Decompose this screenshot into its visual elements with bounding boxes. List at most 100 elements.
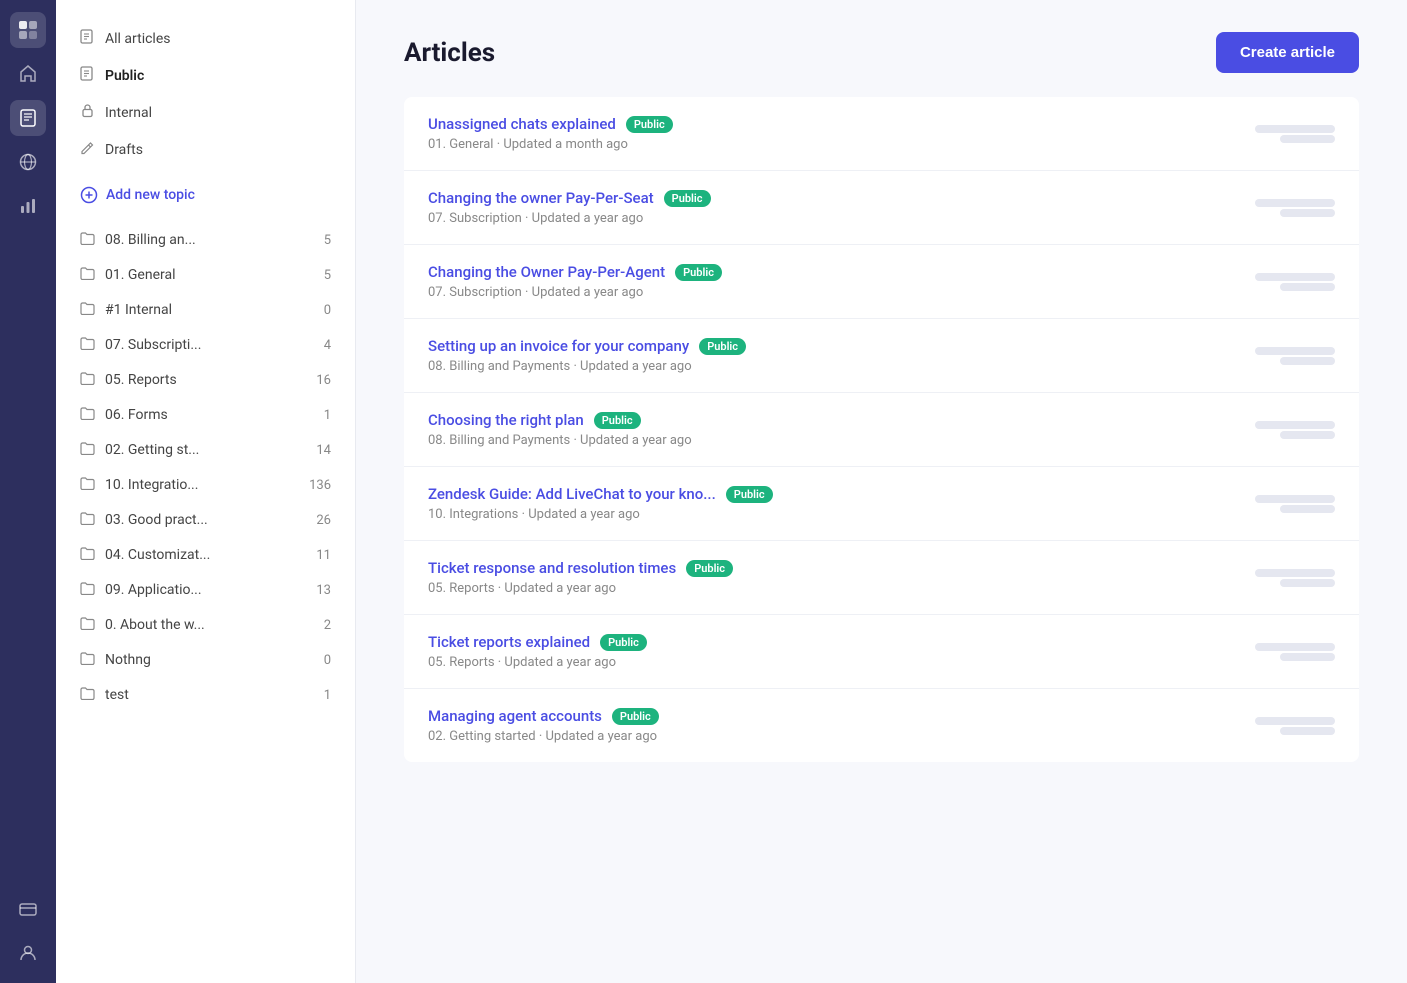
stat-bar-top (1255, 199, 1335, 207)
globe-icon[interactable] (10, 144, 46, 180)
article-title[interactable]: Changing the Owner Pay-Per-Agent (428, 263, 665, 281)
article-info: Changing the owner Pay-Per-Seat Public 0… (428, 189, 1255, 226)
add-topic-button[interactable]: Add new topic (56, 176, 355, 214)
article-row[interactable]: Managing agent accounts Public 02. Getti… (404, 689, 1359, 762)
article-row[interactable]: Zendesk Guide: Add LiveChat to your kno.… (404, 467, 1359, 541)
articles-icon[interactable] (10, 100, 46, 136)
topic-label: 03. Good pract... (105, 512, 208, 528)
article-stats (1255, 569, 1335, 587)
topic-label: 08. Billing an... (105, 232, 196, 248)
topic-count: 16 (316, 373, 331, 388)
article-info: Ticket response and resolution times Pub… (428, 559, 1255, 596)
folder-icon (80, 301, 95, 319)
topic-label: 06. Forms (105, 407, 168, 423)
topic-billing[interactable]: 08. Billing an... 5 (64, 223, 347, 257)
article-info: Ticket reports explained Public 05. Repo… (428, 633, 1255, 670)
topic-integrations[interactable]: 10. Integratio... 136 (64, 468, 347, 502)
article-badge: Public (686, 560, 733, 577)
article-row[interactable]: Ticket reports explained Public 05. Repo… (404, 615, 1359, 689)
public-icon (80, 66, 95, 85)
article-row[interactable]: Choosing the right plan Public 08. Billi… (404, 393, 1359, 467)
stat-bar-bottom (1280, 357, 1335, 365)
stat-bar-bottom (1280, 431, 1335, 439)
article-info: Changing the Owner Pay-Per-Agent Public … (428, 263, 1255, 300)
topic-test[interactable]: test 1 (64, 678, 347, 712)
folder-icon (80, 511, 95, 529)
internal-label: Internal (105, 105, 152, 121)
article-meta: 07. Subscription · Updated a year ago (428, 211, 1255, 226)
article-badge: Public (612, 708, 659, 725)
article-info: Unassigned chats explained Public 01. Ge… (428, 115, 1255, 152)
stat-bar-top (1255, 495, 1335, 503)
topic-label: 05. Reports (105, 372, 177, 388)
folder-icon (80, 546, 95, 564)
topic-label: 02. Getting st... (105, 442, 199, 458)
create-article-button[interactable]: Create article (1216, 32, 1359, 73)
topic-internal[interactable]: #1 Internal 0 (64, 293, 347, 327)
topic-customization[interactable]: 04. Customizat... 11 (64, 538, 347, 572)
article-badge: Public (675, 264, 722, 281)
page-title: Articles (404, 38, 495, 68)
public-label: Public (105, 68, 144, 84)
article-badge: Public (600, 634, 647, 651)
topic-about[interactable]: 0. About the w... 2 (64, 608, 347, 642)
topic-count: 2 (324, 618, 331, 633)
article-stats (1255, 717, 1335, 735)
article-badge: Public (626, 116, 673, 133)
article-row[interactable]: Unassigned chats explained Public 01. Ge… (404, 97, 1359, 171)
article-info: Choosing the right plan Public 08. Billi… (428, 411, 1255, 448)
topic-subscription[interactable]: 07. Subscripti... 4 (64, 328, 347, 362)
article-title[interactable]: Setting up an invoice for your company (428, 337, 689, 355)
logo-icon[interactable] (10, 12, 46, 48)
sidebar-filter-all[interactable]: All articles (64, 21, 347, 56)
main-header: Articles Create article (356, 0, 1407, 97)
stat-bar-top (1255, 273, 1335, 281)
sidebar-filter-internal[interactable]: Internal (64, 95, 347, 130)
topic-general[interactable]: 01. General 5 (64, 258, 347, 292)
sidebar-filter-drafts[interactable]: Drafts (64, 132, 347, 167)
article-badge: Public (664, 190, 711, 207)
article-title[interactable]: Changing the owner Pay-Per-Seat (428, 189, 654, 207)
topic-count: 14 (316, 443, 331, 458)
stat-bar-bottom (1280, 653, 1335, 661)
card-icon[interactable] (10, 891, 46, 927)
article-info: Zendesk Guide: Add LiveChat to your kno.… (428, 485, 1255, 522)
chart-icon[interactable] (10, 188, 46, 224)
home-icon[interactable] (10, 56, 46, 92)
sidebar-filter-public[interactable]: Public (64, 58, 347, 93)
article-title[interactable]: Unassigned chats explained (428, 115, 616, 133)
article-title[interactable]: Ticket reports explained (428, 633, 590, 651)
stat-bar-top (1255, 125, 1335, 133)
stat-bar-bottom (1280, 727, 1335, 735)
topic-good-practices[interactable]: 03. Good pract... 26 (64, 503, 347, 537)
article-row[interactable]: Changing the Owner Pay-Per-Agent Public … (404, 245, 1359, 319)
stat-bar-bottom (1280, 283, 1335, 291)
all-articles-icon (80, 29, 95, 48)
topic-label: #1 Internal (105, 302, 172, 318)
folder-icon (80, 406, 95, 424)
topic-forms[interactable]: 06. Forms 1 (64, 398, 347, 432)
article-badge: Public (594, 412, 641, 429)
topic-count: 5 (324, 268, 331, 283)
all-articles-label: All articles (105, 31, 170, 47)
topic-count: 0 (324, 303, 331, 318)
topics-list: 08. Billing an... 5 01. General 5 #1 Int… (56, 222, 355, 713)
article-title[interactable]: Zendesk Guide: Add LiveChat to your kno.… (428, 485, 716, 503)
topic-count: 1 (324, 688, 331, 703)
article-title[interactable]: Choosing the right plan (428, 411, 584, 429)
topic-getting-started[interactable]: 02. Getting st... 14 (64, 433, 347, 467)
article-title[interactable]: Ticket response and resolution times (428, 559, 676, 577)
stat-bar-top (1255, 569, 1335, 577)
stat-bar-top (1255, 347, 1335, 355)
article-title[interactable]: Managing agent accounts (428, 707, 602, 725)
article-row[interactable]: Setting up an invoice for your company P… (404, 319, 1359, 393)
topic-nothing[interactable]: Nothng 0 (64, 643, 347, 677)
article-row[interactable]: Changing the owner Pay-Per-Seat Public 0… (404, 171, 1359, 245)
topic-label: 04. Customizat... (105, 547, 210, 563)
topic-applications[interactable]: 09. Applicatio... 13 (64, 573, 347, 607)
article-row[interactable]: Ticket response and resolution times Pub… (404, 541, 1359, 615)
person-icon[interactable] (10, 935, 46, 971)
drafts-icon (80, 140, 95, 159)
topic-reports[interactable]: 05. Reports 16 (64, 363, 347, 397)
article-info: Managing agent accounts Public 02. Getti… (428, 707, 1255, 744)
